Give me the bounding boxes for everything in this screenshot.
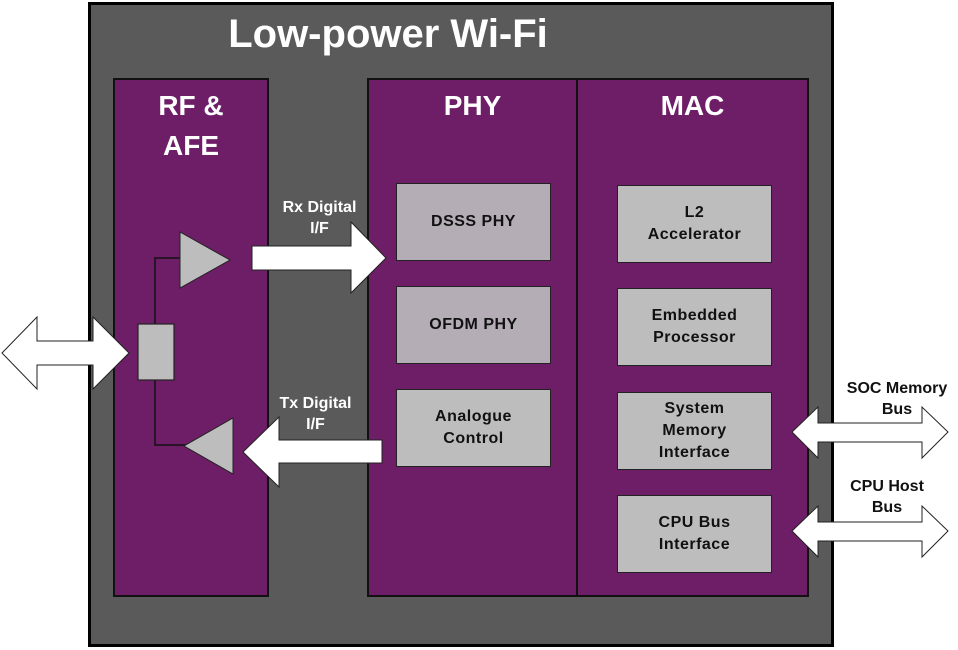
- tx-arrow-icon: [242, 415, 383, 489]
- rx-amplifier-icon: [179, 231, 232, 289]
- cpu-host-bus-arrow-icon: [791, 504, 949, 559]
- antenna-io-arrow-icon: [1, 315, 130, 391]
- tx-amplifier-icon: [182, 417, 234, 475]
- soc-memory-bus-arrow-icon: [791, 405, 949, 460]
- rf-switch-icon: [137, 323, 175, 381]
- diagram-overlay: [1, 220, 949, 559]
- rx-arrow-icon: [251, 220, 387, 295]
